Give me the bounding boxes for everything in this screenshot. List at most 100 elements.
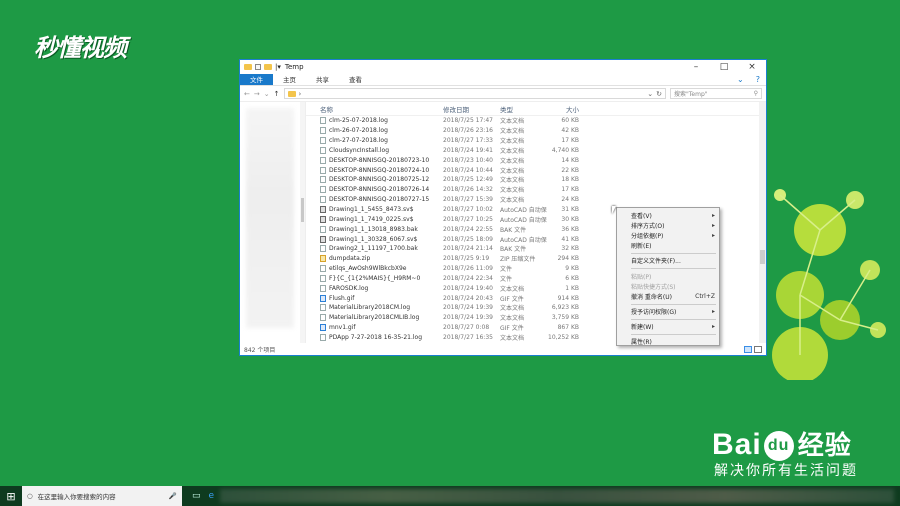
context-menu-item[interactable]: 查看(V) ▸ — [617, 210, 719, 220]
file-name: CloudsyncInstall.log — [306, 146, 429, 154]
file-size: 17 KB — [561, 186, 579, 194]
file-date: 2018/7/26 11:09 — [443, 265, 493, 273]
maximize-icon[interactable]: □ — [710, 60, 738, 74]
ribbon-expand-icon[interactable]: ⌄ — [731, 74, 750, 85]
file-type: 文本文档 — [500, 157, 525, 165]
submenu-arrow-icon: ▸ — [711, 323, 715, 331]
file-type: 文本文档 — [500, 167, 525, 175]
tab-file[interactable]: 文件 — [240, 74, 273, 85]
file-list-scrollbar[interactable] — [759, 102, 766, 343]
microphone-icon[interactable]: 🎤 — [169, 492, 177, 500]
file-size: 4,740 KB — [551, 146, 579, 154]
windows-start-icon[interactable]: ⊞ — [0, 486, 22, 506]
file-size: 9 KB — [565, 265, 579, 273]
submenu-arrow-icon: ▸ — [711, 308, 715, 316]
submenu-arrow-icon: ▸ — [711, 211, 715, 219]
file-size: 867 KB — [557, 324, 579, 332]
file-type: BAK 文件 — [500, 246, 527, 254]
file-txt-icon — [320, 274, 326, 282]
context-menu-item: 粘贴(P) — [617, 271, 719, 281]
context-menu-item[interactable]: 排序方式(O) ▸ — [617, 220, 719, 230]
file-date: 2018/7/24 19:40 — [443, 284, 493, 292]
file-name-text: DESKTOP-8NNISGQ-20180723-1036.l — [329, 156, 429, 164]
file-row[interactable]: DESKTOP-8NNISGQ-20180725-1249.l 2018/7/25… — [306, 175, 766, 185]
file-date: 2018/7/24 19:41 — [443, 146, 493, 154]
up-icon[interactable]: ↑ — [274, 90, 280, 98]
large-icons-view-icon[interactable] — [754, 345, 762, 353]
quick-access-icon[interactable] — [255, 64, 261, 70]
context-menu-item[interactable]: 刷新(E) — [617, 241, 719, 251]
context-menu-item[interactable]: 分组依据(P) ▸ — [617, 230, 719, 240]
file-size: 42 KB — [561, 127, 579, 135]
menu-item-label: 授予访问权限(G) — [631, 309, 677, 317]
file-txt-icon — [320, 265, 326, 273]
column-type[interactable]: 类型 — [486, 104, 543, 114]
file-size: 6,923 KB — [551, 304, 579, 312]
column-name[interactable]: 名称 — [306, 104, 429, 114]
forward-icon[interactable]: → — [254, 90, 260, 98]
file-name-text: Drawing2_1_11197_1700.bak — [329, 245, 418, 253]
tab-view[interactable]: 查看 — [339, 74, 372, 85]
file-type: 文本文档 — [500, 118, 525, 126]
refresh-icon[interactable]: ↻ — [656, 90, 665, 98]
file-txt-icon — [320, 117, 326, 125]
tab-home[interactable]: 主页 — [273, 74, 306, 85]
address-dropdown-icon[interactable]: ⌄ — [647, 90, 653, 98]
column-size[interactable]: 大小 — [543, 104, 579, 114]
file-size: 17 KB — [561, 137, 579, 145]
file-type: 文本文档 — [500, 305, 525, 313]
submenu-arrow-icon: ▸ — [711, 221, 715, 229]
new-folder-icon[interactable] — [264, 64, 272, 70]
path-chevron-icon[interactable]: › — [299, 90, 302, 98]
edge-icon[interactable]: e — [209, 491, 215, 501]
file-row[interactable]: DESKTOP-8NNISGQ-20180727-1538.l 2018/7/27… — [306, 195, 766, 205]
file-size: 294 KB — [557, 255, 579, 263]
file-txt-icon — [320, 333, 326, 341]
file-txt-icon — [320, 146, 326, 154]
column-date[interactable]: 修改日期 — [429, 104, 486, 114]
file-name-text: F}{C_{1{2%MAIS}{_H9RM~0 — [329, 274, 421, 282]
task-view-icon[interactable]: ▭ — [192, 491, 201, 501]
file-type: 文本文档 — [500, 285, 525, 293]
file-row[interactable]: DESKTOP-8NNISGQ-20180724-1042.l 2018/7/24… — [306, 165, 766, 175]
menu-separator — [631, 318, 716, 320]
context-menu-item[interactable]: 自定义文件夹(F)... — [617, 256, 719, 266]
file-dwg-icon — [320, 235, 326, 243]
file-date: 2018/7/24 10:44 — [443, 166, 493, 174]
file-type: BAK 文件 — [500, 226, 527, 234]
qat-dropdown-icon[interactable]: |▾ — [275, 63, 281, 71]
file-date: 2018/7/26 23:16 — [443, 127, 493, 135]
details-view-icon[interactable] — [744, 345, 752, 353]
file-row[interactable]: clm-26-07-2018.log 2018/7/26 23:16 文本文档 42 … — [306, 126, 766, 136]
file-txt-icon — [320, 186, 326, 194]
navigation-scrollbar[interactable] — [300, 102, 305, 343]
recent-dropdown-icon[interactable]: ⌄ — [264, 90, 270, 98]
file-name: DESKTOP-8NNISGQ-20180723-1036.l — [306, 156, 429, 164]
minimize-icon[interactable]: – — [682, 60, 710, 74]
search-icon[interactable]: ⚲ — [754, 90, 758, 97]
file-date: 2018/7/27 0:08 — [443, 324, 490, 332]
file-row[interactable]: DESKTOP-8NNISGQ-20180726-1432.l 2018/7/26… — [306, 185, 766, 195]
close-icon[interactable]: × — [738, 60, 766, 74]
file-row[interactable]: clm-27-07-2018.log 2018/7/27 17:33 文本文档 17 … — [306, 136, 766, 146]
back-icon[interactable]: ← — [244, 90, 250, 98]
file-type: 文本文档 — [500, 187, 525, 195]
navigation-pane[interactable] — [240, 102, 306, 343]
file-size: 36 KB — [561, 225, 579, 233]
taskbar-search[interactable]: ○ 在这里输入你要搜索的内容 🎤 — [22, 486, 182, 506]
context-menu-item[interactable]: 属性(R) — [617, 337, 719, 347]
file-size: 10,252 KB — [548, 333, 579, 341]
context-menu-item[interactable]: 授予访问权限(G) ▸ — [617, 307, 719, 317]
file-txt-icon — [320, 156, 326, 164]
context-menu-item[interactable]: 撤消 重命名(U) Ctrl+Z — [617, 291, 719, 301]
file-row[interactable]: CloudsyncInstall.log 2018/7/24 19:41 文本文档 4… — [306, 146, 766, 156]
file-row[interactable]: clm-25-07-2018.log 2018/7/25 17:47 文本文档 60 … — [306, 116, 766, 126]
context-menu-item[interactable]: 新建(W) ▸ — [617, 322, 719, 332]
search-input[interactable]: 搜索"Temp" ⚲ — [670, 88, 762, 99]
file-txt-icon — [320, 245, 326, 253]
file-name-text: Drawing1_1_5455_8473.sv$ — [329, 206, 414, 214]
file-row[interactable]: DESKTOP-8NNISGQ-20180723-1036.l 2018/7/23… — [306, 155, 766, 165]
tab-share[interactable]: 共享 — [306, 74, 339, 85]
help-icon[interactable]: ? — [750, 74, 766, 85]
address-bar[interactable]: › ⌄ ↻ — [283, 88, 666, 99]
